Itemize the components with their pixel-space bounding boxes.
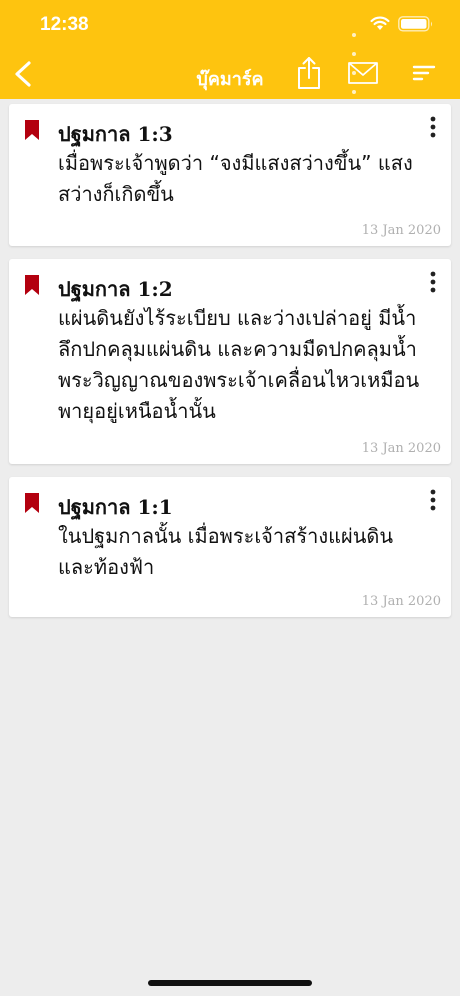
bookmark-reference: ปฐมกาล 1:2 <box>58 277 173 301</box>
bookmark-card[interactable]: ปฐมกาล 1:1 ในปฐมกาลนั้น เมื่อพระเจ้าสร้า… <box>9 477 451 617</box>
mail-icon <box>348 62 378 84</box>
more-options-button[interactable] <box>427 489 439 511</box>
bookmark-icon <box>25 275 39 295</box>
bookmark-card[interactable]: ปฐมกาล 1:2 แผ่นดินยังไร้ระเบียบ และว่างเ… <box>9 259 451 464</box>
bookmark-date: 13 Jan 2020 <box>361 441 441 456</box>
more-options-button[interactable] <box>427 116 439 138</box>
bookmark-text: แผ่นดินยังไร้ระเบียบ และว่างเปล่าอยู่ มี… <box>58 306 420 423</box>
share-icon <box>298 57 320 89</box>
bookmark-text: เมื่อพระเจ้าพูดว่า “จงมีแสงสว่างขึ้น” แส… <box>58 151 413 206</box>
sort-icon <box>412 65 436 81</box>
bookmark-reference: ปฐมกาล 1:3 <box>58 122 173 146</box>
home-indicator[interactable] <box>148 980 312 986</box>
more-options-button[interactable] <box>427 271 439 293</box>
bookmark-icon <box>25 493 39 513</box>
more-vertical-icon <box>430 271 436 293</box>
page-title: บุ๊คมาร์ค <box>196 69 264 90</box>
wifi-icon <box>370 16 390 30</box>
bookmark-icon <box>25 120 39 140</box>
bookmark-date: 13 Jan 2020 <box>361 223 441 238</box>
more-vertical-icon <box>430 489 436 511</box>
bookmark-reference: ปฐมกาล 1:1 <box>58 495 173 519</box>
share-button[interactable] <box>296 56 322 90</box>
bookmark-card[interactable]: ปฐมกาล 1:3 เมื่อพระเจ้าพูดว่า “จงมีแสงสว… <box>9 104 451 246</box>
more-vertical-icon <box>430 116 436 138</box>
bookmark-date: 13 Jan 2020 <box>361 594 441 609</box>
nav-bar: 12:38 บุ๊คมาร์ค <box>0 0 460 99</box>
sort-button[interactable] <box>412 64 436 82</box>
status-time: 12:38 <box>40 14 89 35</box>
battery-icon <box>398 16 432 32</box>
mail-button[interactable] <box>348 62 378 84</box>
bookmark-text: ในปฐมกาลนั้น เมื่อพระเจ้าสร้างแผ่นดินและ… <box>58 524 394 579</box>
